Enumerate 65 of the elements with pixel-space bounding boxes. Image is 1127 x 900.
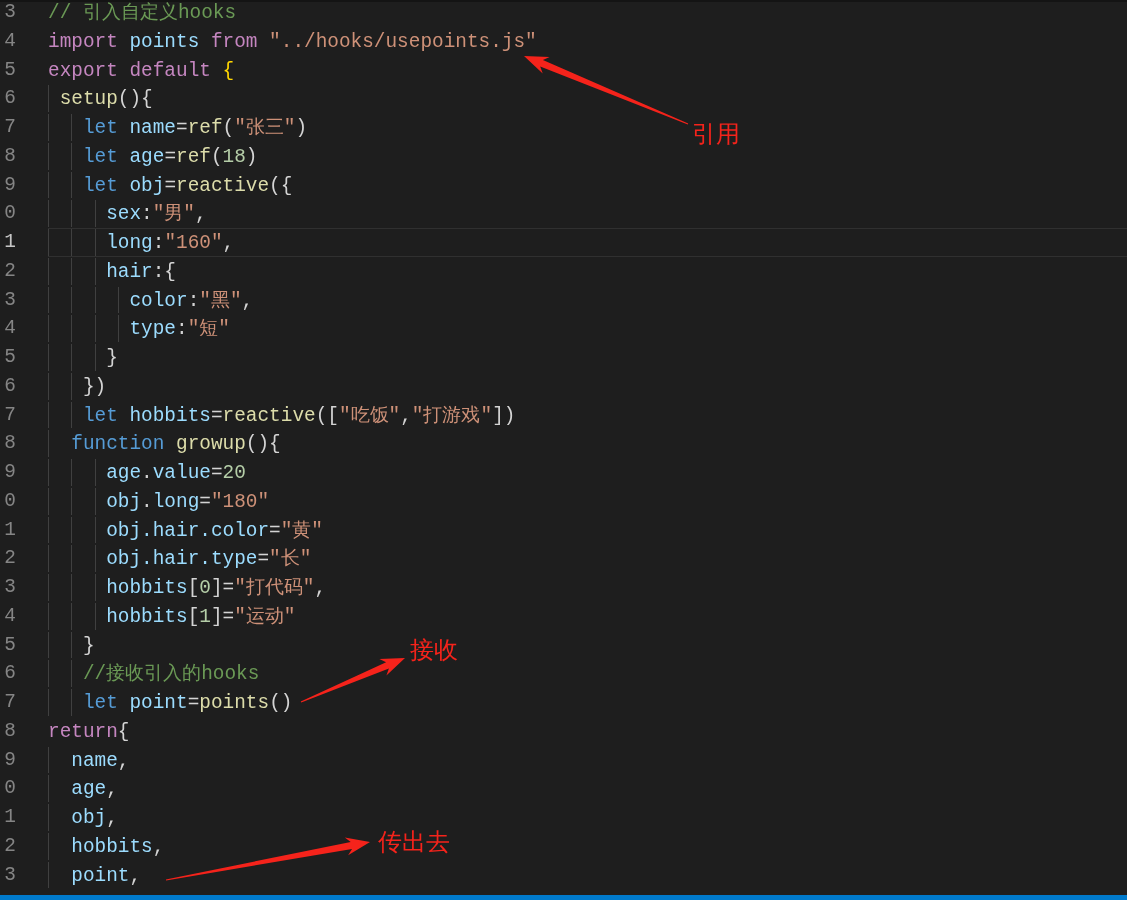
- line-number: 7: [3, 115, 16, 140]
- line-number: 5: [3, 57, 16, 83]
- code-line: type:"短": [128, 318, 230, 341]
- code-line: hobbits[0]="打代码",: [105, 577, 327, 599]
- line-number: 1: [3, 517, 16, 543]
- line-number: 9: [3, 747, 16, 773]
- code-line: }: [81, 634, 95, 657]
- code-line: color:"黑",: [128, 289, 254, 312]
- line-number: 1: [3, 230, 16, 255]
- line-number: 0: [3, 776, 16, 802]
- annotation-label: 传出去: [378, 827, 450, 858]
- line-number: 7: [3, 690, 16, 715]
- code-line: export default {: [48, 59, 235, 82]
- line-number: 4: [3, 316, 16, 342]
- line-number: 9: [3, 460, 16, 485]
- line-number: 6: [3, 661, 16, 687]
- code-line: // 引入自定义hooks: [48, 2, 237, 24]
- code-line: let name=ref("张三"): [81, 117, 308, 139]
- line-number: 2: [3, 258, 16, 284]
- line-number: 5: [3, 632, 16, 658]
- line-number: 7: [3, 402, 16, 428]
- line-number: 8: [3, 431, 16, 457]
- line-number: 2: [3, 833, 16, 859]
- code-line: setup(){: [58, 88, 153, 111]
- line-number: 3: [3, 0, 16, 25]
- code-line: long:"160",: [105, 232, 235, 254]
- line-number: 3: [3, 862, 16, 888]
- line-number: 4: [3, 28, 16, 54]
- code-line: import points from "../hooks/usepoints.js": [48, 30, 537, 53]
- line-number: 9: [3, 172, 16, 198]
- code-line: let obj=reactive({: [81, 174, 293, 197]
- line-number: 0: [3, 201, 16, 227]
- line-number: 6: [3, 86, 16, 112]
- code-line: age.value=20: [105, 462, 246, 484]
- code-line: hobbits[1]="运动": [105, 605, 296, 628]
- code-line: obj.hair.type="长": [105, 548, 312, 571]
- line-number: 4: [3, 603, 16, 629]
- code-line: obj.long="180": [105, 490, 270, 513]
- code-line: obj.hair.color="黄": [105, 519, 323, 542]
- code-line: hobbits,: [70, 835, 165, 858]
- line-number: 3: [3, 287, 16, 313]
- line-number: 3: [3, 575, 16, 600]
- code-line: hair:{: [105, 260, 176, 283]
- line-number: 1: [3, 805, 16, 830]
- line-number: 2: [3, 546, 16, 572]
- code-line: return{: [48, 720, 130, 743]
- line-number: 8: [3, 718, 16, 744]
- line-number: 6: [3, 373, 16, 399]
- line-number: 0: [3, 488, 16, 514]
- code-line: }): [81, 375, 107, 398]
- line-number: 5: [3, 345, 16, 370]
- annotation-label: 接收: [410, 635, 458, 666]
- code-line: //接收引入的hooks: [81, 663, 260, 686]
- code-line: age,: [70, 778, 118, 801]
- code-line: sex:"男",: [105, 203, 207, 226]
- code-line: let point=points(): [81, 692, 293, 714]
- annotation-label: 引用: [692, 119, 740, 150]
- code-line: function growup(){: [70, 433, 281, 456]
- code-line: let age=ref(18): [81, 145, 258, 168]
- code-line: let hobbits=reactive(["吃饭","打游戏"]): [81, 404, 516, 427]
- line-number: 8: [3, 143, 16, 169]
- code-line: point,: [70, 864, 142, 887]
- code-line: }: [105, 347, 118, 369]
- code-line: obj,: [70, 807, 118, 829]
- code-line: name,: [70, 749, 130, 772]
